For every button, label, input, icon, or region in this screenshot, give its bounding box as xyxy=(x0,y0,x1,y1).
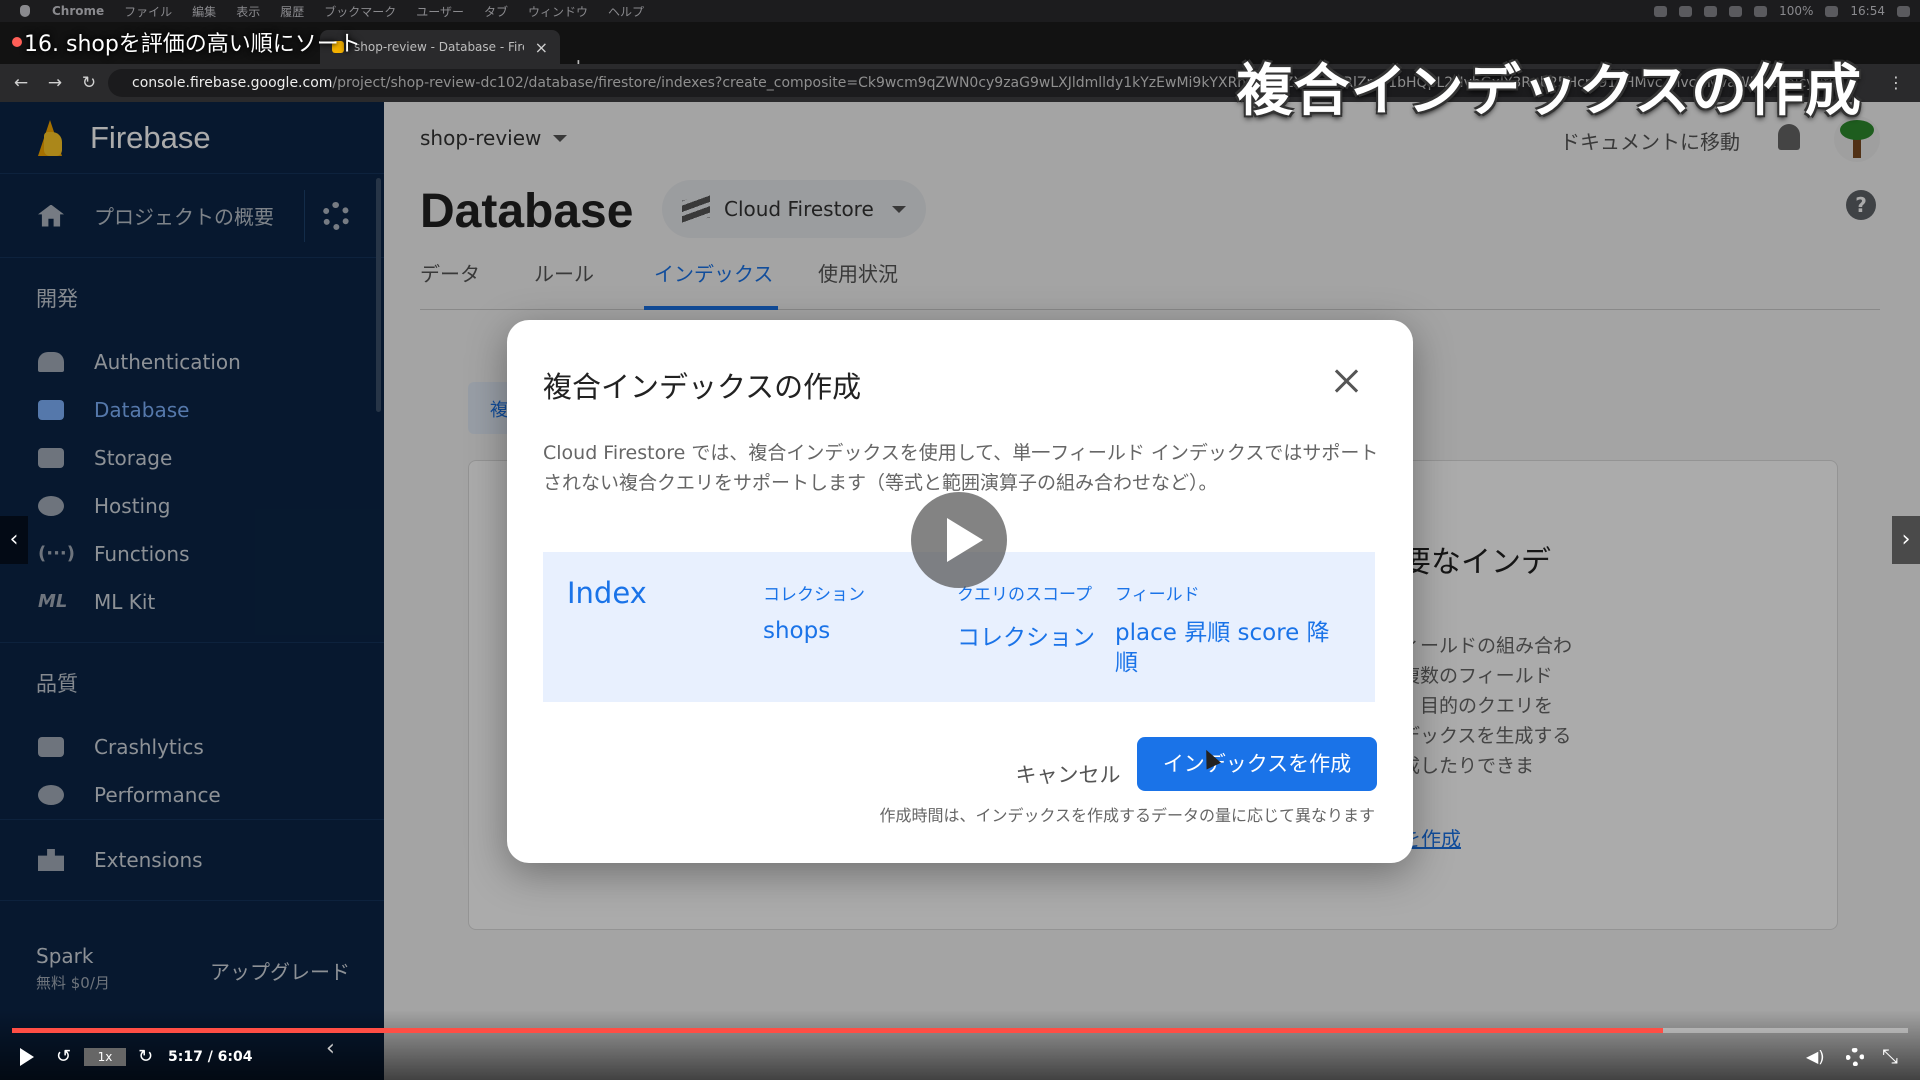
video-time: 5:17 / 6:04 xyxy=(168,1049,253,1065)
cancel-button[interactable]: キャンセル xyxy=(993,748,1143,802)
close-tab-icon[interactable]: × xyxy=(535,38,548,57)
volume-icon[interactable]: ◀) xyxy=(1806,1047,1825,1066)
creation-time-note: 作成時間は、インデックスを作成するデータの量に応じて異なります xyxy=(879,806,1375,825)
menu-item-help[interactable]: ヘルプ xyxy=(608,3,644,20)
player-controls: ↺ 1x ↻ 5:17 / 6:04 ‹ ◀) ⤡ xyxy=(0,1036,1920,1072)
reload-button[interactable]: ↻ xyxy=(76,73,102,93)
video-progress-bar[interactable] xyxy=(12,1028,1908,1033)
video-title: 16. shopを評価の高い順にソート xyxy=(24,32,361,57)
dialog-title: 複合インデックスの作成 xyxy=(543,370,862,404)
exit-fullscreen-icon[interactable]: ⤡ xyxy=(1882,1044,1898,1068)
macos-menu-bar: Chrome ファイル 編集 表示 履歴 ブックマーク ユーザー タブ ウィンド… xyxy=(0,0,1920,22)
menu-item-history[interactable]: 履歴 xyxy=(280,3,304,20)
wifi-icon[interactable] xyxy=(1729,5,1743,17)
rewind-icon[interactable]: ↺ xyxy=(56,1046,71,1067)
chevron-left-icon[interactable]: ‹ xyxy=(326,1036,335,1061)
back-button[interactable]: ← xyxy=(8,73,34,93)
close-icon[interactable] xyxy=(1331,366,1361,396)
record-indicator-icon xyxy=(12,37,22,47)
menu-item-file[interactable]: ファイル xyxy=(124,3,172,20)
menu-item-user[interactable]: ユーザー xyxy=(416,3,464,20)
menu-item-window[interactable]: ウィンドウ xyxy=(528,3,588,20)
play-button[interactable] xyxy=(20,1048,34,1066)
create-index-button[interactable]: インデックスを作成 xyxy=(1137,737,1377,791)
video-caption: 複合インデックスの作成 xyxy=(1236,59,1862,124)
settings-gear-icon[interactable] xyxy=(1846,1048,1864,1066)
fields-value: place 昇順 score 降順 xyxy=(1115,620,1330,676)
menu-item-chrome[interactable]: Chrome xyxy=(52,4,104,18)
apple-icon[interactable] xyxy=(20,5,30,17)
menu-bar-clock[interactable]: 16:54 xyxy=(1850,4,1885,18)
url-host: console.firebase.google.com xyxy=(132,75,333,91)
forward-icon[interactable]: ↻ xyxy=(138,1046,153,1067)
battery-icon[interactable] xyxy=(1825,5,1839,17)
tray-icon[interactable] xyxy=(1704,5,1718,17)
fields-header: フィールド xyxy=(1115,585,1200,605)
play-icon[interactable] xyxy=(911,492,1007,588)
menu-item-view[interactable]: 表示 xyxy=(236,3,260,20)
index-label: Index xyxy=(567,576,647,610)
tab-title: shop-review - Database - Fireba xyxy=(354,40,524,54)
tray-icon[interactable] xyxy=(1654,5,1668,17)
video-progress-fill xyxy=(12,1028,1664,1033)
tray-icon[interactable] xyxy=(1679,5,1693,17)
next-arrow-icon[interactable]: › xyxy=(1892,516,1920,564)
battery-percent: 100% xyxy=(1779,4,1814,18)
collection-value: shops xyxy=(763,618,831,644)
menu-item-tab[interactable]: タブ xyxy=(484,3,508,20)
create-composite-index-dialog: 複合インデックスの作成 Cloud Firestore では、複合インデックスを… xyxy=(507,320,1413,863)
playback-speed-button[interactable]: 1x xyxy=(84,1048,126,1066)
menu-item-edit[interactable]: 編集 xyxy=(192,3,216,20)
browser-menu-icon[interactable]: ⋮ xyxy=(1888,73,1904,92)
query-scope-value: コレクション xyxy=(957,625,1095,651)
forward-button[interactable]: → xyxy=(42,73,68,93)
volume-icon[interactable] xyxy=(1754,5,1768,17)
previous-arrow-icon[interactable]: ‹ xyxy=(0,516,28,564)
menu-item-bookmarks[interactable]: ブックマーク xyxy=(324,3,396,20)
dialog-description: Cloud Firestore では、複合インデックスを使用して、単一フィールド… xyxy=(543,442,1379,494)
menu-bar-status-area: 100% 16:54 xyxy=(1654,0,1910,22)
spotlight-icon[interactable] xyxy=(1897,5,1910,17)
collection-header: コレクション xyxy=(763,585,865,605)
